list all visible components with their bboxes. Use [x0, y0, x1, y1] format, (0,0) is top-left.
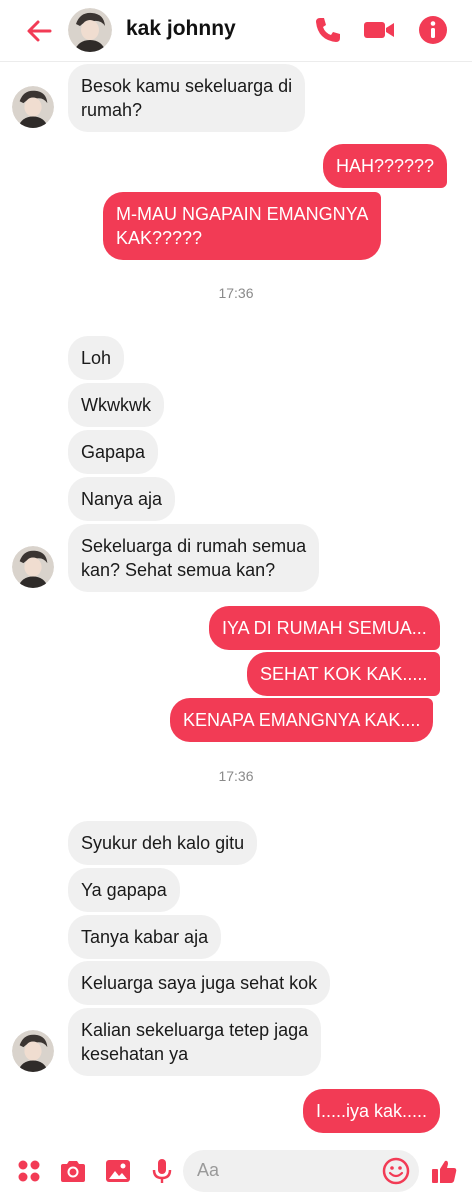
contact-avatar[interactable] — [68, 8, 112, 52]
message-text: KENAPA EMANGNYA KAK.... — [183, 710, 421, 730]
message-text: Syukur deh kalo gitu — [81, 833, 245, 853]
message-text: Wkwkwk — [81, 395, 151, 415]
message-input-placeholder: Aa — [197, 1160, 220, 1180]
message-text: IYA DI RUMAH SEMUA... — [222, 618, 427, 638]
incoming-message[interactable]: Keluarga saya juga sehat kok — [68, 961, 331, 1005]
message-text: Ya gapapa — [81, 880, 167, 900]
outgoing-message[interactable]: IYA DI RUMAH SEMUA... — [209, 606, 440, 650]
video-camera-icon[interactable] — [362, 14, 396, 46]
incoming-message[interactable]: Ya gapapa — [68, 868, 180, 912]
message-line: kan? Sehat semua kan? — [81, 560, 276, 580]
apps-grid-icon[interactable] — [14, 1156, 44, 1186]
incoming-message[interactable]: Besok kamu sekeluarga di rumah? — [68, 64, 306, 132]
incoming-message[interactable]: Loh — [68, 336, 125, 380]
back-arrow-icon[interactable] — [22, 14, 56, 48]
incoming-message[interactable]: Nanya aja — [68, 477, 176, 521]
timestamp: 17:36 — [218, 285, 254, 301]
outgoing-message[interactable]: M-MAU NGAPAIN EMANGNYA KAK????? — [103, 192, 382, 260]
image-icon[interactable] — [103, 1156, 133, 1186]
contact-name[interactable]: kak johnny — [126, 17, 236, 41]
message-line: rumah? — [81, 100, 143, 120]
message-line: kesehatan ya — [81, 1044, 189, 1064]
incoming-message[interactable]: Wkwkwk — [68, 383, 164, 427]
message-text: Keluarga saya juga sehat kok — [81, 973, 318, 993]
sender-avatar[interactable] — [12, 1030, 54, 1072]
message-text: Nanya aja — [81, 489, 163, 509]
message-input[interactable]: Aa — [183, 1150, 419, 1192]
sender-avatar[interactable] — [12, 546, 54, 588]
phone-icon[interactable] — [312, 14, 344, 46]
message-line: Sekeluarga di rumah semua — [81, 536, 307, 556]
incoming-message[interactable]: Sekeluarga di rumah semua kan? Sehat sem… — [68, 524, 320, 592]
message-line: Besok kamu sekeluarga di — [81, 76, 293, 96]
microphone-icon[interactable] — [147, 1156, 177, 1186]
incoming-message[interactable]: Syukur deh kalo gitu — [68, 821, 258, 865]
message-line: Kalian sekeluarga tetep jaga — [81, 1020, 309, 1040]
outgoing-message[interactable]: HAH?????? — [323, 144, 448, 188]
incoming-message[interactable]: Kalian sekeluarga tetep jaga kesehatan y… — [68, 1008, 322, 1076]
message-line: KAK????? — [116, 228, 203, 248]
message-text: Loh — [81, 348, 112, 368]
conversation-header: kak johnny — [0, 0, 472, 62]
incoming-message[interactable]: Tanya kabar aja — [68, 915, 222, 959]
thumbs-up-icon[interactable] — [429, 1156, 459, 1186]
emoji-icon[interactable] — [381, 1156, 411, 1186]
outgoing-message[interactable]: KENAPA EMANGNYA KAK.... — [170, 698, 434, 742]
message-line: M-MAU NGAPAIN EMANGNYA — [116, 204, 369, 224]
message-composer: Aa — [0, 1142, 472, 1200]
message-text: HAH?????? — [336, 156, 435, 176]
message-text: SEHAT KOK KAK..... — [260, 664, 428, 684]
outgoing-message[interactable]: I.....iya kak..... — [303, 1089, 441, 1133]
info-icon[interactable] — [417, 14, 449, 46]
message-text: I.....iya kak..... — [316, 1101, 428, 1121]
outgoing-message[interactable]: SEHAT KOK KAK..... — [247, 652, 441, 696]
message-text: Tanya kabar aja — [81, 927, 209, 947]
camera-icon[interactable] — [58, 1156, 88, 1186]
timestamp: 17:36 — [218, 768, 254, 784]
message-text: Gapapa — [81, 442, 146, 462]
sender-avatar[interactable] — [12, 86, 54, 128]
incoming-message[interactable]: Gapapa — [68, 430, 159, 474]
